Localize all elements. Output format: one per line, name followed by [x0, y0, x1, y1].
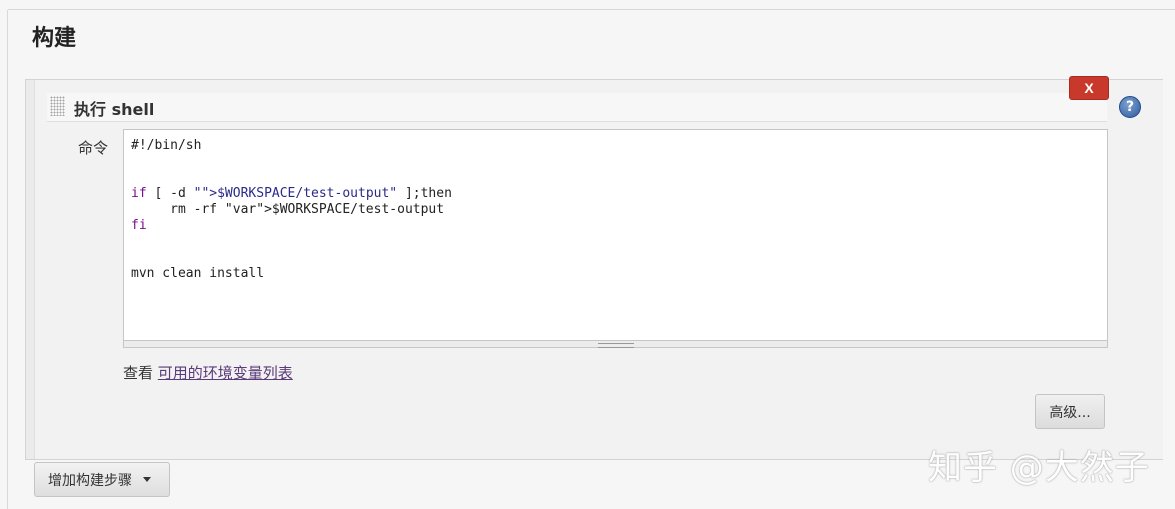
- resize-grip-icon: [598, 343, 634, 348]
- caret-down-icon: [143, 477, 151, 482]
- top-divider: [8, 9, 1175, 10]
- add-build-step-label: 增加构建步骤: [48, 472, 132, 489]
- command-textarea[interactable]: #!/bin/sh if [ -d "">$WORKSPACE/test-out…: [123, 129, 1108, 341]
- section-title: 构建: [32, 26, 77, 51]
- code-line: if [ -d "">$WORKSPACE/test-output" ];the…: [131, 186, 452, 201]
- code-line: mvn clean install: [131, 266, 265, 281]
- command-label: 命令: [78, 139, 109, 157]
- env-vars-link[interactable]: 可用的环境变量列表: [158, 364, 293, 382]
- advanced-button[interactable]: 高级...: [1035, 394, 1105, 429]
- build-step-title: 执行 shell: [74, 100, 155, 119]
- code-line: #!/bin/sh: [131, 138, 202, 153]
- code-line: rm -rf "var">$WORKSPACE/test-output: [131, 202, 445, 217]
- drag-handle-icon[interactable]: [50, 96, 65, 116]
- left-divider: [7, 10, 8, 509]
- code-line: fi: [131, 218, 147, 233]
- watermark: 知乎 @大然子: [928, 448, 1150, 488]
- delete-step-button[interactable]: X: [1069, 76, 1109, 100]
- question-circle-icon[interactable]: ?: [1119, 96, 1141, 118]
- add-build-step-button[interactable]: 增加构建步骤: [34, 462, 170, 497]
- env-vars-hint: 查看 可用的环境变量列表: [123, 362, 293, 383]
- build-step-header: [47, 93, 1107, 122]
- env-vars-prefix: 查看: [123, 364, 154, 382]
